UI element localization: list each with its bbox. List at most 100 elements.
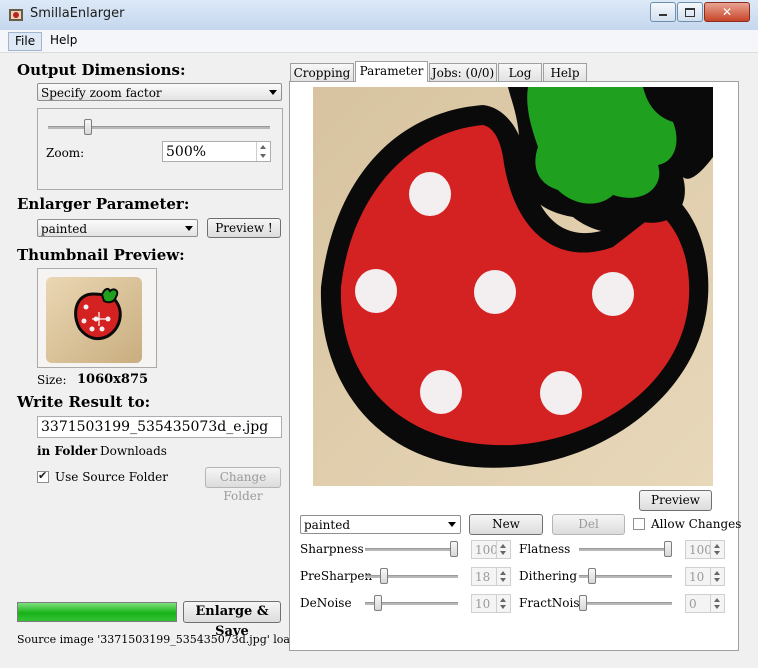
output-filename-input[interactable]: 3371503199_535435073d_e.jpg: [37, 416, 282, 438]
change-folder-button[interactable]: Change Folder: [205, 467, 281, 503]
denoise-spinbox[interactable]: 10: [471, 594, 511, 613]
presharpen-spinbox[interactable]: 18: [471, 567, 511, 586]
dithering-slider-handle[interactable]: [588, 568, 596, 584]
tab-help[interactable]: Help: [543, 63, 587, 81]
use-source-folder-label: Use Source Folder: [55, 470, 168, 484]
zoom-mode-select[interactable]: Specify zoom factor: [37, 83, 282, 101]
spin-down-icon: [714, 551, 720, 555]
minimize-button[interactable]: [650, 2, 676, 22]
thumbnail-frame[interactable]: [37, 268, 157, 368]
flatness-spinbox[interactable]: 100: [685, 540, 725, 559]
spin-up-icon: [714, 544, 720, 548]
preview-thumbnail-button[interactable]: Preview !: [207, 218, 281, 238]
spin-down-icon: [500, 605, 506, 609]
flatness-slider-handle[interactable]: [664, 541, 672, 557]
fractnoise-spin-buttons[interactable]: [710, 595, 724, 612]
zoom-slider-track[interactable]: [48, 126, 270, 129]
menu-help[interactable]: Help: [44, 32, 83, 49]
denoise-label: DeNoise: [300, 596, 352, 610]
sharpness-label: Sharpness: [300, 542, 364, 556]
dithering-value: 10: [689, 570, 705, 584]
preview-button[interactable]: Preview: [639, 490, 712, 511]
output-dimensions-heading: Output Dimensions:: [17, 61, 186, 79]
presharpen-spin-buttons[interactable]: [496, 568, 510, 585]
fractnoise-spinbox[interactable]: 0: [685, 594, 725, 613]
maximize-icon: [685, 7, 695, 17]
zoom-value: 500%: [166, 144, 207, 160]
delete-preset-button[interactable]: Del: [552, 514, 625, 535]
output-filename-value: 3371503199_535435073d_e.jpg: [41, 419, 269, 435]
tab-log[interactable]: Log: [498, 63, 542, 81]
use-source-folder-checkbox[interactable]: ✔: [37, 469, 49, 483]
zoom-spin-buttons[interactable]: [256, 142, 270, 161]
fractnoise-slider-handle[interactable]: [579, 595, 587, 611]
denoise-spin-buttons[interactable]: [496, 595, 510, 612]
sharpness-spinbox[interactable]: 100: [471, 540, 511, 559]
size-label: Size:: [37, 373, 67, 387]
denoise-slider-handle[interactable]: [374, 595, 382, 611]
zoom-mode-value: Specify zoom factor: [41, 86, 162, 100]
flatness-spin-buttons[interactable]: [710, 541, 724, 558]
preview-image[interactable]: [313, 87, 713, 486]
denoise-value: 10: [475, 597, 491, 611]
chevron-down-icon: [269, 90, 277, 95]
close-button[interactable]: ✕: [704, 2, 750, 22]
in-folder-label: in Folder: [37, 444, 98, 458]
tab-parameter[interactable]: Parameter: [355, 61, 428, 82]
minimize-icon: [659, 14, 667, 16]
zoom-spinbox[interactable]: 500%: [162, 141, 271, 162]
write-result-heading: Write Result to:: [17, 393, 151, 411]
parameter-preset-select[interactable]: painted: [300, 515, 461, 534]
spin-up-icon: [500, 598, 506, 602]
spin-down-icon: [714, 605, 720, 609]
enlarger-parameter-heading: Enlarger Parameter:: [17, 195, 190, 213]
close-icon: ✕: [721, 5, 733, 19]
allow-changes-label: Allow Changes: [651, 517, 742, 531]
enlarge-save-button[interactable]: Enlarge & Save: [183, 601, 281, 639]
presharpen-label: PreSharpen: [300, 569, 373, 583]
sharpness-slider-handle[interactable]: [450, 541, 458, 557]
sharpness-slider-track[interactable]: [365, 548, 458, 551]
parameter-preset-value: painted: [304, 518, 351, 532]
presharpen-slider-handle[interactable]: [380, 568, 388, 584]
spin-down-icon: [500, 578, 506, 582]
title-bar: SmillaEnlarger ✕: [0, 0, 758, 31]
sharpness-value: 100: [475, 543, 498, 557]
spin-up-icon: [500, 544, 506, 548]
maximize-button[interactable]: [677, 2, 703, 22]
fractnoise-slider-track[interactable]: [579, 602, 672, 605]
flatness-slider-track[interactable]: [579, 548, 672, 551]
dithering-spin-buttons[interactable]: [710, 568, 724, 585]
zoom-slider-handle[interactable]: [84, 119, 92, 135]
presharpen-slider-track[interactable]: [365, 575, 458, 578]
spin-up-icon: [260, 145, 266, 149]
thumbnail-image[interactable]: [38, 269, 156, 367]
chevron-down-icon: [185, 226, 193, 231]
app-icon: [9, 9, 23, 21]
window-title: SmillaEnlarger: [30, 6, 125, 21]
enlarger-preset-value: painted: [41, 222, 88, 236]
status-text: Source image '3371503199_535435073d.jpg'…: [17, 633, 315, 646]
chevron-down-icon: [448, 522, 456, 527]
fractnoise-value: 0: [689, 597, 697, 611]
progress-fill: [18, 603, 176, 621]
zoom-label: Zoom:: [46, 146, 85, 160]
enlarger-preset-select[interactable]: painted: [37, 219, 198, 237]
sharpness-spin-buttons[interactable]: [496, 541, 510, 558]
checkmark-icon: ✔: [38, 469, 48, 482]
menu-file[interactable]: File: [8, 32, 43, 51]
progress-bar: [17, 602, 177, 622]
new-preset-button[interactable]: New: [469, 514, 543, 535]
tab-cropping[interactable]: Cropping: [290, 63, 354, 81]
flatness-value: 100: [689, 543, 712, 557]
size-value: 1060x875: [77, 372, 149, 387]
thumbnail-preview-heading: Thumbnail Preview:: [17, 246, 185, 264]
dithering-spinbox[interactable]: 10: [685, 567, 725, 586]
tab-jobs[interactable]: Jobs: (0/0): [429, 63, 497, 81]
allow-changes-checkbox[interactable]: [633, 518, 645, 530]
presharpen-value: 18: [475, 570, 491, 584]
folder-value: Downloads: [100, 444, 167, 458]
zoom-group: Zoom: 500%: [37, 108, 283, 190]
flatness-label: Flatness: [519, 542, 571, 556]
spin-up-icon: [714, 598, 720, 602]
